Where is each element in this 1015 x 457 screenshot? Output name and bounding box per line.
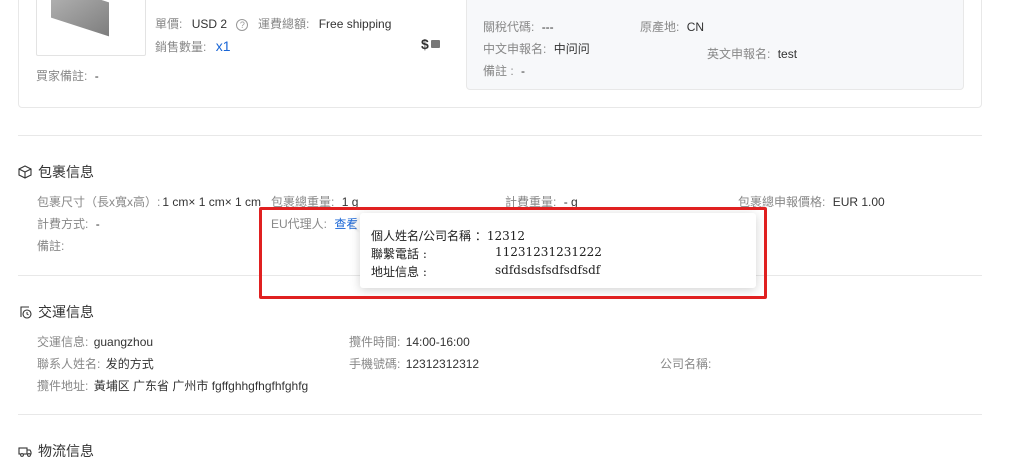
wallet-icon	[430, 40, 440, 48]
phone-label: 手機號碼:	[349, 357, 401, 371]
total-weight-value: 1 g	[341, 195, 359, 209]
dollar-icon: $	[421, 36, 429, 52]
package-size-value: 1 cm× 1 cm× 1 cm	[162, 195, 262, 209]
en-name-label: 英文申報名:	[707, 47, 771, 61]
customs-note-label: 備註 :	[483, 64, 514, 78]
charge-weight-row: 計費重量: - g	[505, 193, 578, 210]
buyer-note-value: -	[94, 69, 99, 83]
customs-note-row: 備註 : -	[483, 62, 525, 79]
origin-value: CN	[686, 20, 705, 34]
popover-name-value: 12312	[486, 229, 526, 243]
product-image	[36, 0, 146, 56]
charge-method-label: 計費方式:	[37, 217, 89, 231]
truck-icon	[18, 447, 32, 457]
popover-address-label: 地址信息 :	[371, 265, 427, 279]
cn-name-value: 中问问	[553, 42, 590, 56]
package-size-label: 包裹尺寸（長x寬x高）:	[37, 195, 161, 209]
sale-qty-row: 銷售數量: x1	[155, 38, 230, 55]
hs-code-label: 關稅代碼:	[483, 20, 535, 34]
cn-name-label: 中文申報名:	[483, 42, 547, 56]
unit-price-value: USD 2	[191, 17, 228, 31]
pickup-time-row: 攬件時間: 14:00-16:00	[349, 333, 470, 350]
pickup-time-value: 14:00-16:00	[405, 335, 470, 349]
shipping-row: 運費總額: Free shipping	[258, 15, 391, 32]
logistics-section-title: 物流信息	[38, 443, 94, 457]
package-size-row: 包裹尺寸（長x寬x高）: 1 cm× 1 cm× 1 cm	[37, 193, 261, 210]
package-section-header: 包裹信息	[18, 162, 94, 182]
sale-qty-value: x1	[215, 38, 231, 54]
popover-name-label: 個人姓名/公司名稱 ：	[371, 229, 487, 243]
divider	[18, 414, 982, 415]
package-note-row: 備註:	[37, 237, 64, 254]
phone-value: 12312312312	[405, 357, 480, 371]
declared-price-value: EUR 1.00	[832, 195, 885, 209]
package-section-title: 包裹信息	[38, 164, 94, 180]
logistics-section-header: 物流信息	[18, 441, 94, 457]
charge-method-row: 計費方式: -	[37, 215, 100, 232]
unit-price-row: 單價: USD 2 ?	[155, 15, 249, 32]
popover-phone-value-cell: 11231231231222	[495, 245, 602, 259]
contact-label: 聯系人姓名:	[37, 357, 101, 371]
eu-agent-row: EU代理人: 查看	[271, 215, 358, 232]
unit-price-label: 單價:	[155, 17, 183, 31]
help-icon[interactable]: ?	[236, 19, 249, 31]
contact-value: 发的方式	[105, 357, 154, 371]
pickup-time-label: 攬件時間:	[349, 335, 401, 349]
popover-address-row: 地址信息 :	[371, 263, 427, 280]
handover-info-row: 交運信息: guangzhou	[37, 333, 153, 350]
popover-phone-value: 11231231231222	[495, 245, 602, 259]
origin-row: 原產地: CN	[640, 18, 704, 35]
cn-name-row: 中文申報名: 中问问	[483, 40, 590, 57]
buyer-note-label: 買家備註:	[36, 69, 88, 83]
declared-price-label: 包裹總申報價格:	[738, 195, 826, 209]
handover-section-header: 交運信息	[18, 302, 94, 322]
popover-address-value: sdfdsdsfsdfsdfsdf	[495, 263, 601, 277]
clock-truck-icon	[20, 306, 32, 319]
total-weight-row: 包裹總重量: 1 g	[271, 193, 358, 210]
pickup-address-label: 攬件地址:	[37, 379, 89, 393]
package-note-label: 備註:	[37, 239, 65, 253]
charge-weight-value: - g	[563, 195, 578, 209]
handover-section-title: 交運信息	[38, 304, 94, 320]
popover-phone-row: 聯繫電話 :	[371, 245, 427, 262]
package-icon	[18, 165, 32, 179]
buyer-note-row: 買家備註: -	[36, 67, 99, 84]
total-weight-label: 包裹總重量:	[271, 195, 335, 209]
origin-label: 原產地:	[640, 20, 680, 34]
shipping-label: 運費總額:	[258, 17, 310, 31]
pickup-address-row: 攬件地址: 黃埔区 广东省 广州市 fgffghhgfhgfhfghfg	[37, 377, 308, 394]
sale-qty-label: 銷售數量:	[155, 40, 207, 54]
declared-price-row: 包裹總申報價格: EUR 1.00	[738, 193, 885, 210]
popover-phone-label: 聯繫電話 :	[371, 247, 427, 261]
en-name-value: test	[777, 47, 798, 61]
charge-weight-label: 計費重量:	[505, 195, 557, 209]
eu-agent-label: EU代理人:	[271, 217, 328, 231]
phone-row: 手機號碼: 12312312312	[349, 355, 479, 372]
handover-info-value: guangzhou	[93, 335, 154, 349]
customs-note-value: -	[521, 64, 526, 78]
price-icon-group: $	[421, 36, 440, 52]
shipping-value: Free shipping	[318, 17, 392, 31]
hs-code-row: 關稅代碼: ---	[483, 18, 554, 35]
company-label: 公司名稱:	[660, 357, 712, 371]
handover-info-label: 交運信息:	[37, 335, 89, 349]
popover-address-value-cell: sdfdsdsfsdfsdfsdf	[495, 263, 600, 277]
hs-code-value: ---	[541, 20, 554, 34]
popover-name-row: 個人姓名/公司名稱 ：12312	[371, 227, 525, 244]
charge-method-value: -	[95, 217, 100, 231]
divider	[18, 135, 982, 136]
company-row: 公司名稱:	[660, 355, 711, 372]
contact-row: 聯系人姓名: 发的方式	[37, 355, 154, 372]
pickup-address-value: 黃埔区 广东省 广州市 fgffghhgfhgfhfghfg	[93, 379, 309, 393]
en-name-row: 英文申報名: test	[707, 45, 797, 62]
